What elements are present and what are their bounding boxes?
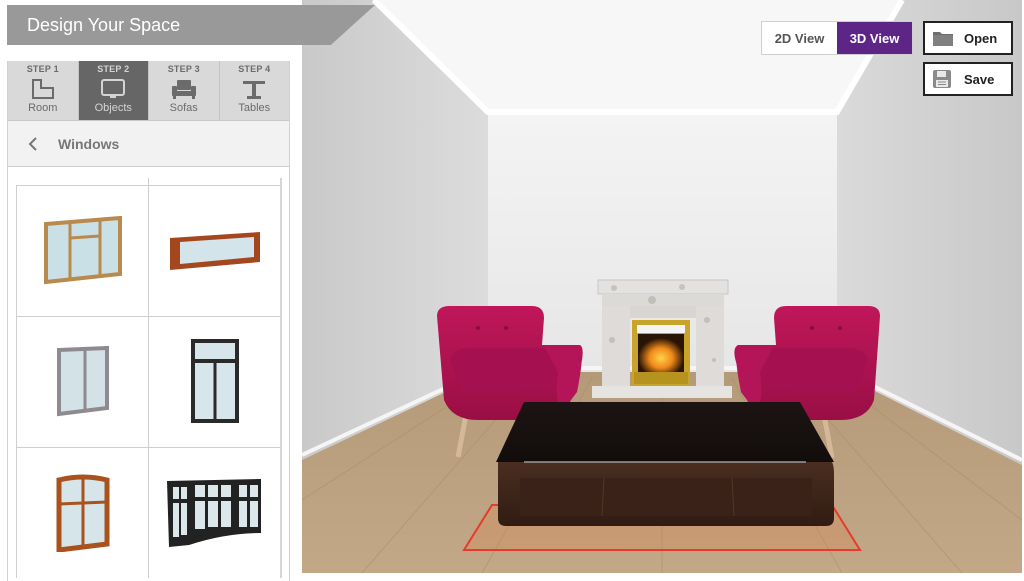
step-label: Tables <box>238 102 271 114</box>
category-title: Windows <box>58 135 120 152</box>
room-scene[interactable] <box>302 0 1022 573</box>
step-label: Sofas <box>169 102 198 114</box>
window-french-thumbnail <box>190 339 239 423</box>
window-arched-thumbnail <box>56 474 109 552</box>
step-label: Room <box>28 102 58 114</box>
window-bay-thumbnail <box>166 479 261 547</box>
catalog-item-window-bay[interactable] <box>149 448 281 578</box>
open-button[interactable]: Open <box>923 21 1013 55</box>
chevron-left-icon <box>28 136 37 151</box>
catalog-grid <box>16 185 282 578</box>
app-root: Design Your Space STEP 1 Room STEP 2 Obj… <box>0 0 1024 581</box>
room-icon <box>29 77 57 101</box>
table-icon <box>240 77 268 101</box>
step-tab-objects[interactable]: STEP 2 Objects <box>78 61 149 120</box>
catalog-scroll-area[interactable] <box>16 178 282 578</box>
back-button[interactable] <box>18 129 48 159</box>
catalog-item-window-french[interactable] <box>149 317 281 448</box>
catalog-scrollbar[interactable] <box>280 178 282 578</box>
step-tab-room[interactable]: STEP 1 Room <box>8 61 79 120</box>
folder-icon <box>932 28 954 48</box>
window-double-thumbnail <box>56 346 109 417</box>
catalog-item-window-double[interactable] <box>17 317 149 448</box>
save-button[interactable]: Save <box>923 62 1013 96</box>
2d-view-button[interactable]: 2D View <box>762 22 837 54</box>
category-header: Windows <box>8 121 289 167</box>
step-tabs: STEP 1 Room STEP 2 Objects STEP 3 Sofas <box>8 61 289 121</box>
window-wide-thumbnail <box>169 232 260 270</box>
catalog-item-window-wide[interactable] <box>149 186 281 317</box>
step-tab-tables[interactable]: STEP 4 Tables <box>220 61 290 120</box>
fireplace[interactable] <box>592 279 732 398</box>
step-number: STEP 3 <box>167 64 200 74</box>
save-label: Save <box>964 71 995 87</box>
3d-view-button[interactable]: 3D View <box>837 22 912 54</box>
sofa-icon <box>170 77 198 101</box>
coffee-table[interactable] <box>496 402 834 526</box>
window-casement-thumbnail <box>43 216 122 285</box>
step-tab-sofas[interactable]: STEP 3 Sofas <box>149 61 220 120</box>
catalog-item-window-casement[interactable] <box>17 186 149 317</box>
3d-viewport[interactable] <box>302 0 1022 573</box>
monitor-icon <box>99 77 127 101</box>
step-number: STEP 4 <box>238 64 271 74</box>
step-label: Objects <box>94 102 132 114</box>
open-label: Open <box>964 30 998 46</box>
step-number: STEP 2 <box>97 64 130 74</box>
sidebar-panel: STEP 1 Room STEP 2 Objects STEP 3 Sofas <box>7 61 290 581</box>
view-toggle: 2D View 3D View <box>761 21 913 55</box>
catalog-item-window-arched[interactable] <box>17 448 149 578</box>
app-title: Design Your Space <box>27 15 181 35</box>
floppy-disk-icon <box>932 69 954 89</box>
app-title-banner: Design Your Space <box>7 5 375 45</box>
step-number: STEP 1 <box>26 64 59 74</box>
grid-divider <box>148 178 149 186</box>
